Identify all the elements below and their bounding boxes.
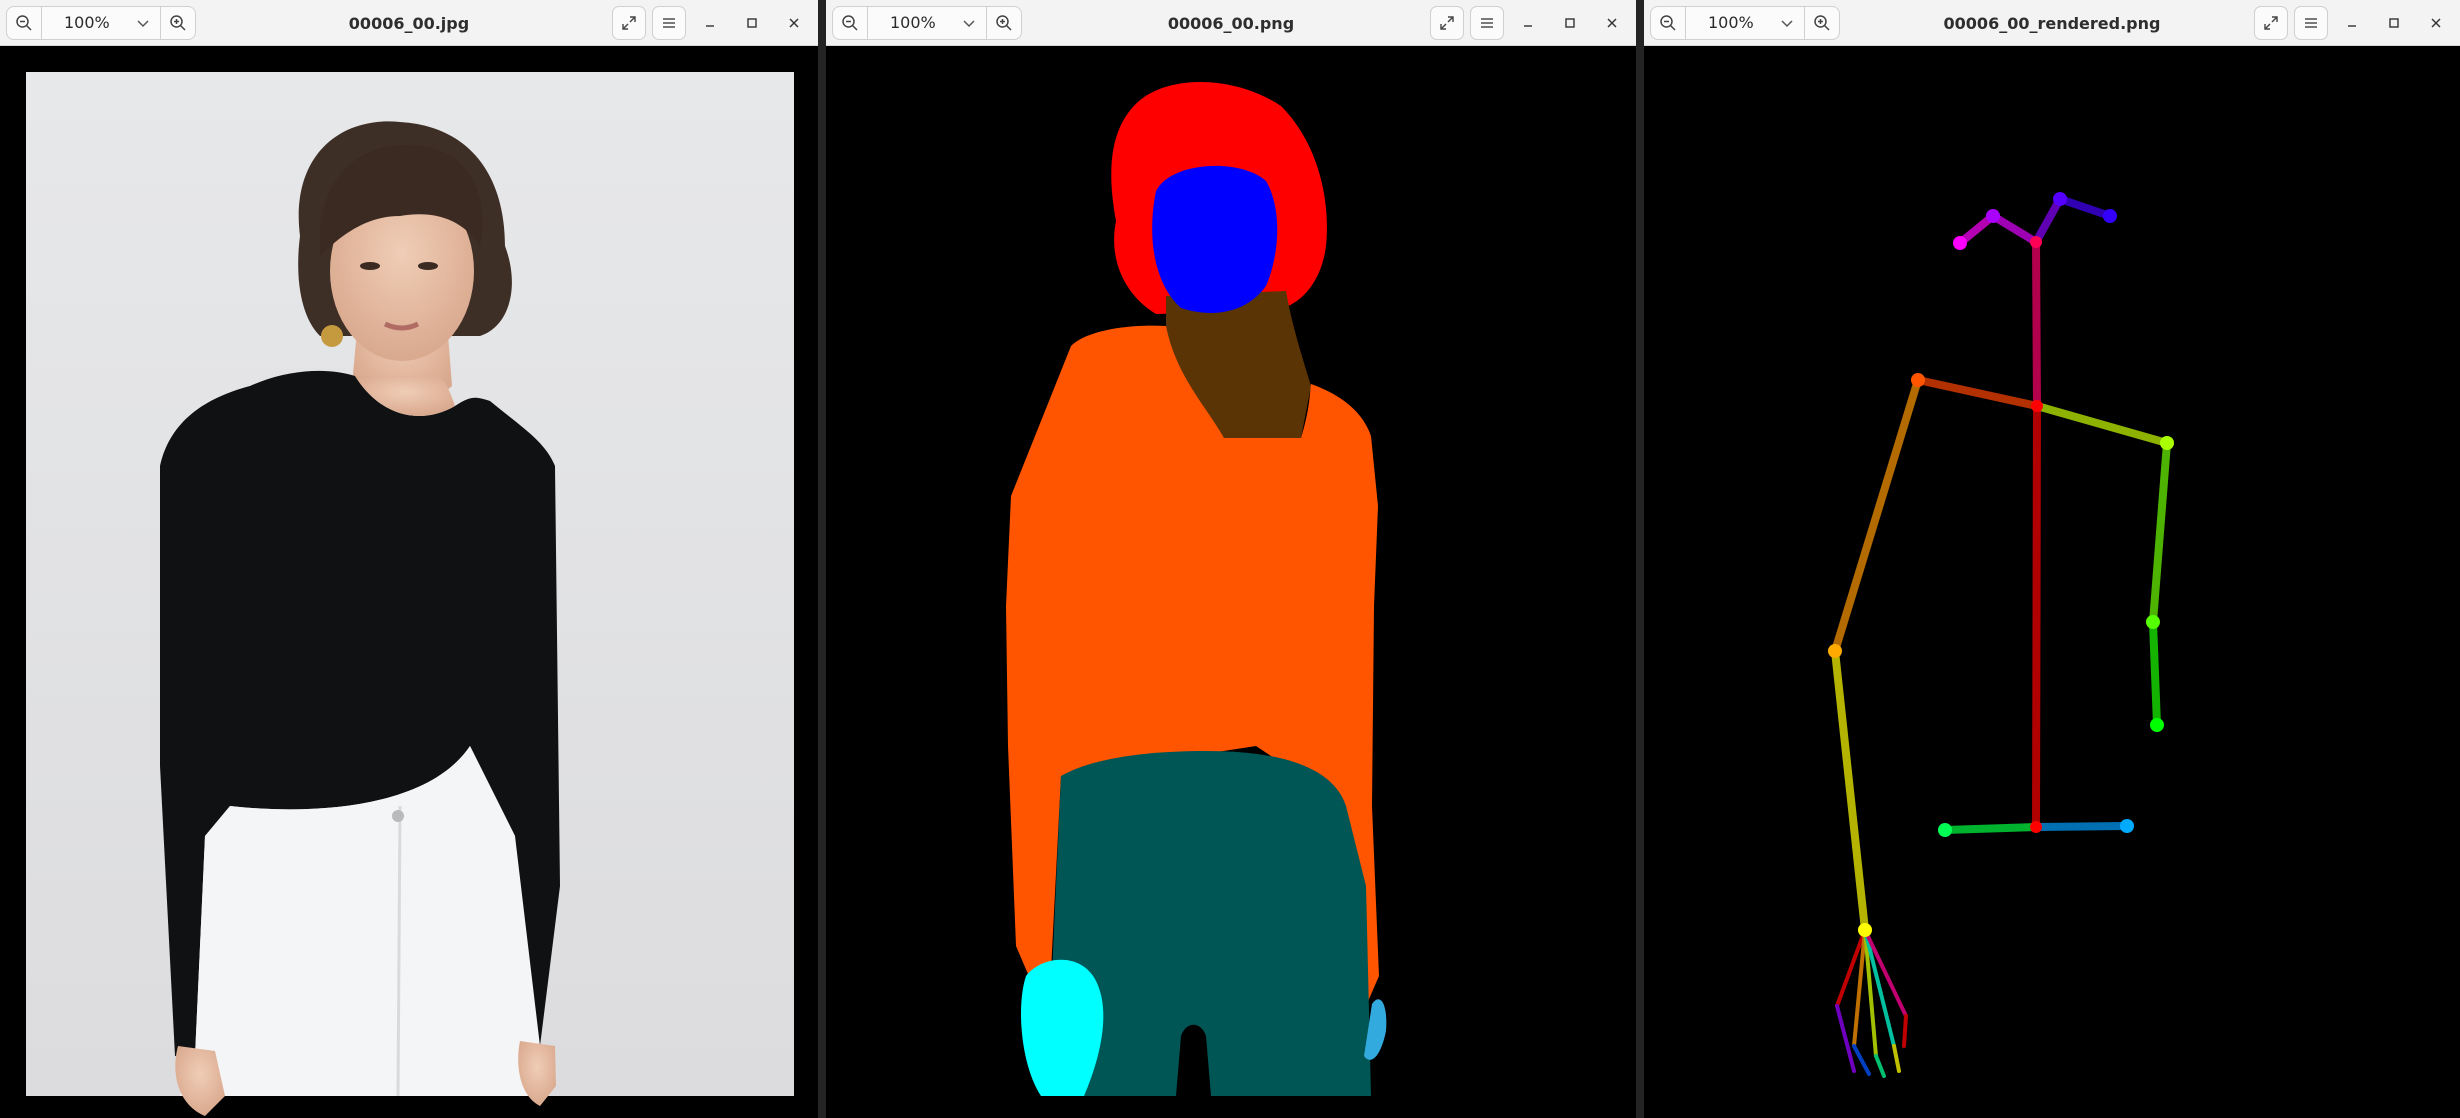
title-bar[interactable]: 100% 00006_00.jpg [0, 0, 818, 46]
minimize-icon[interactable] [692, 6, 728, 40]
chevron-down-icon [963, 19, 975, 27]
maximize-icon[interactable] [734, 6, 770, 40]
segmentation-mask-image [1006, 82, 1387, 1096]
fullscreen-icon[interactable] [612, 6, 646, 40]
zoom-control: 100% [832, 5, 1022, 40]
image-viewer-window-parse: 100% 00006_00.png [826, 0, 1636, 1118]
zoom-out-icon[interactable] [1651, 6, 1685, 40]
title-bar[interactable]: 100% 00006_00_rendered.png [1644, 0, 2460, 46]
fullscreen-icon[interactable] [1430, 6, 1464, 40]
zoom-level-dropdown[interactable]: 100% [42, 6, 160, 40]
zoom-out-icon[interactable] [833, 6, 867, 40]
hamburger-menu-icon[interactable] [1470, 6, 1504, 40]
close-icon[interactable] [2418, 6, 2454, 40]
chevron-down-icon [137, 19, 149, 27]
zoom-level-value: 100% [890, 13, 936, 32]
mask-face [1152, 165, 1278, 313]
image-canvas[interactable] [0, 46, 818, 1118]
zoom-in-icon[interactable] [1805, 6, 1839, 40]
pose-skeleton-image [1828, 192, 2174, 1078]
title-bar[interactable]: 100% 00006_00.png [826, 0, 1636, 46]
hamburger-menu-icon[interactable] [652, 6, 686, 40]
zoom-level-dropdown[interactable]: 100% [868, 6, 986, 40]
zoom-in-icon[interactable] [987, 6, 1021, 40]
zoom-control: 100% [6, 5, 196, 40]
photo-image [26, 72, 794, 1116]
image-canvas[interactable] [1644, 46, 2460, 1118]
zoom-level-value: 100% [64, 13, 110, 32]
zoom-control: 100% [1650, 5, 1840, 40]
maximize-icon[interactable] [2376, 6, 2412, 40]
mask-left-hand [1021, 959, 1104, 1096]
zoom-level-value: 100% [1708, 13, 1754, 32]
image-viewer-window-pose: 100% 00006_00_rendered.png [1644, 0, 2460, 1118]
minimize-icon[interactable] [2334, 6, 2370, 40]
chevron-down-icon [1781, 19, 1793, 27]
image-viewer-window-photo: 100% 00006_00.jpg [0, 0, 818, 1118]
maximize-icon[interactable] [1552, 6, 1588, 40]
zoom-out-icon[interactable] [7, 6, 41, 40]
close-icon[interactable] [1594, 6, 1630, 40]
close-icon[interactable] [776, 6, 812, 40]
zoom-in-icon[interactable] [161, 6, 195, 40]
zoom-level-dropdown[interactable]: 100% [1686, 6, 1804, 40]
hamburger-menu-icon[interactable] [2294, 6, 2328, 40]
fullscreen-icon[interactable] [2254, 6, 2288, 40]
minimize-icon[interactable] [1510, 6, 1546, 40]
image-canvas[interactable] [826, 46, 1636, 1118]
